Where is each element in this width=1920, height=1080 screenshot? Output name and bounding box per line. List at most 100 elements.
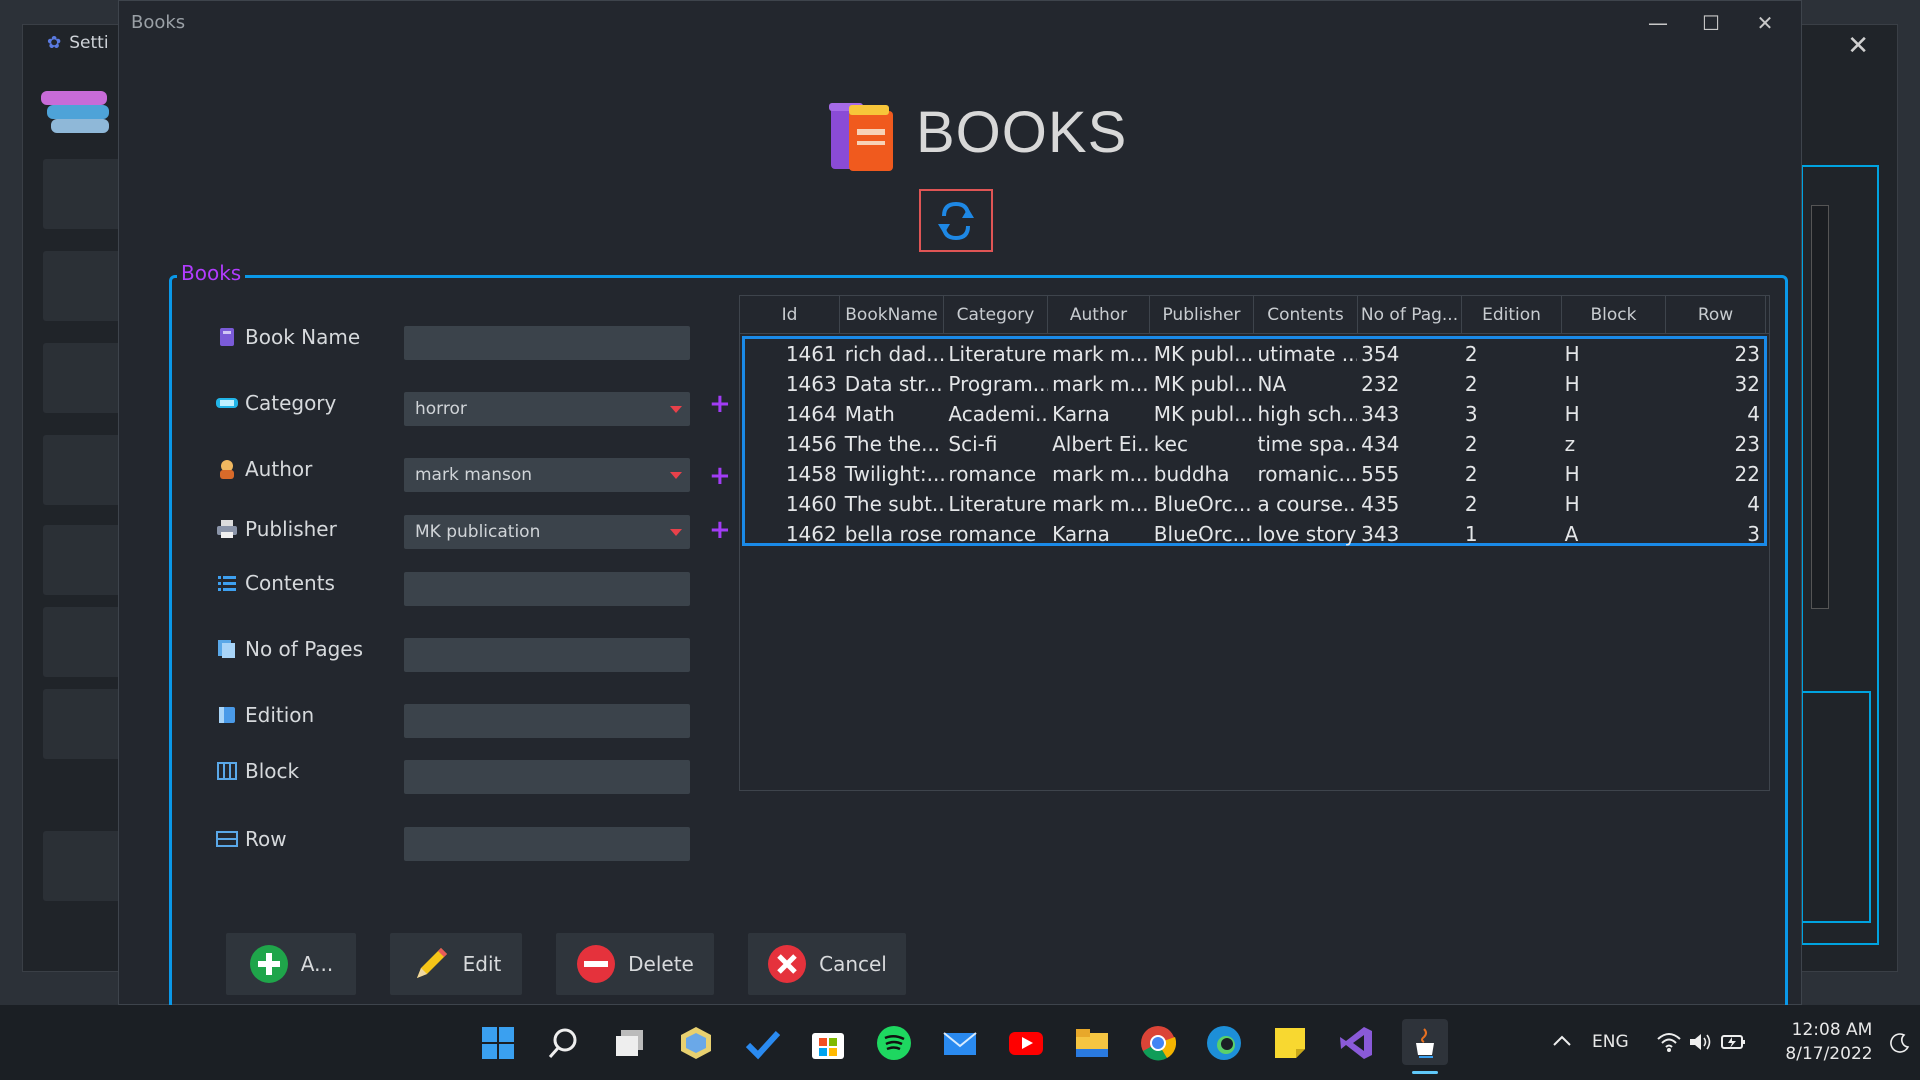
table-row[interactable]: 1456 The the... Sci-fi Albert Ei... kec time … [745, 429, 1764, 459]
table-cell: 32 [1734, 372, 1760, 396]
delete-button-label: Delete [628, 952, 694, 976]
publisher-select[interactable]: MK publication [404, 515, 690, 549]
table-cell: 4 [1747, 492, 1760, 516]
table-row[interactable]: 1462 bella rose romance Karna BlueOrc... love… [745, 519, 1764, 549]
table-row[interactable]: 1460 The subt... Literature mark m... BlueOr… [745, 489, 1764, 519]
table-cell: utimate ... [1257, 342, 1358, 366]
table-cell: 2 [1464, 432, 1478, 456]
close-icon[interactable]: ✕ [1739, 7, 1791, 39]
maximize-icon[interactable]: ☐ [1685, 7, 1737, 39]
no-of-pages-input[interactable] [404, 638, 690, 672]
contents-label: Contents [215, 571, 335, 595]
column-header[interactable]: BookName [840, 296, 944, 333]
sidebar-button[interactable] [43, 689, 125, 759]
table-cell: 2 [1464, 342, 1478, 366]
column-header[interactable]: Category [944, 296, 1048, 333]
background-close-icon[interactable]: ✕ [1847, 31, 1869, 61]
sidebar-button[interactable] [43, 435, 125, 505]
table-cell: love story [1257, 522, 1357, 546]
table-cell: A [1564, 522, 1579, 546]
battery-icon[interactable] [1720, 1031, 1746, 1058]
table-cell: romance [948, 462, 1037, 486]
block-input[interactable] [404, 760, 690, 794]
column-header[interactable]: Id [740, 296, 840, 333]
sidebar-button[interactable] [43, 343, 125, 413]
cancel-button[interactable]: Cancel [748, 933, 906, 995]
delete-button[interactable]: Delete [556, 933, 714, 995]
wifi-icon[interactable] [1656, 1031, 1682, 1058]
book-name-label: Book Name [215, 325, 360, 349]
refresh-button[interactable] [919, 189, 993, 252]
row-label: Row [215, 827, 287, 851]
author-select[interactable]: mark manson [404, 458, 690, 492]
plus-icon [249, 944, 289, 984]
chrome-icon[interactable] [1138, 1023, 1178, 1063]
spotify-icon[interactable] [874, 1023, 914, 1063]
visual-studio-icon[interactable] [1336, 1023, 1376, 1063]
edit-button[interactable]: Edit [390, 933, 522, 995]
column-header[interactable]: Edition [1462, 296, 1562, 333]
clock-date[interactable]: 8/17/2022 [1774, 1044, 1884, 1064]
background-scroll[interactable] [1811, 205, 1829, 609]
column-header[interactable]: No of Pag... [1358, 296, 1462, 333]
table-cell: 1460 [785, 492, 837, 516]
file-explorer-icon[interactable] [1072, 1023, 1112, 1063]
table-row[interactable]: 1464 Math Academi... Karna MK publ... high sc… [745, 399, 1764, 429]
table-cell: 434 [1361, 432, 1400, 456]
table-cell: rich dad... [844, 342, 945, 366]
table-row[interactable]: 1461 rich dad... Literature mark m... MK pub… [745, 339, 1764, 369]
mail-icon[interactable] [940, 1023, 980, 1063]
add-category-button[interactable]: + [709, 389, 731, 419]
category-select[interactable]: horror [404, 392, 690, 426]
store-icon[interactable] [808, 1023, 848, 1063]
task-view-icon[interactable] [610, 1023, 650, 1063]
gear-icon: ✿ [47, 33, 62, 53]
table-row[interactable]: 1463 Data str... Program... mark m... MK pub… [745, 369, 1764, 399]
background-window-title: ✿ Setti [47, 33, 109, 53]
sidebar-button[interactable] [43, 251, 125, 321]
title-bar[interactable]: Books — ☐ ✕ [119, 1, 1801, 45]
youtube-icon[interactable] [1006, 1023, 1046, 1063]
java-icon[interactable] [1402, 1019, 1448, 1065]
start-icon[interactable] [478, 1023, 518, 1063]
row-input[interactable] [404, 827, 690, 861]
block-icon [215, 762, 239, 780]
column-header[interactable]: Publisher [1150, 296, 1254, 333]
todo-icon[interactable] [742, 1023, 782, 1063]
table-cell: 1458 [785, 462, 837, 486]
language-indicator[interactable]: ENG [1592, 1032, 1629, 1052]
sidebar-button[interactable] [43, 525, 125, 595]
sticky-notes-icon[interactable] [1270, 1023, 1310, 1063]
sidebar-button[interactable] [43, 159, 125, 229]
book-name-input[interactable] [404, 326, 690, 360]
table-row[interactable]: 1458 Twilight:... romance mark m... buddha ro… [745, 459, 1764, 489]
contents-input[interactable] [404, 572, 690, 606]
table-cell: mark m... [1052, 462, 1149, 486]
netbeans-icon[interactable] [676, 1023, 716, 1063]
minimize-icon[interactable]: — [1632, 7, 1684, 39]
add-button[interactable]: A... [226, 933, 356, 995]
volume-icon[interactable] [1688, 1031, 1712, 1058]
edition-input[interactable] [404, 704, 690, 738]
books-table[interactable]: Id BookName Category Author Publisher Content… [739, 295, 1770, 791]
search-icon[interactable] [544, 1023, 584, 1063]
table-body[interactable]: 1461 rich dad... Literature mark m... MK pub… [742, 336, 1767, 546]
edge-icon[interactable] [1204, 1023, 1244, 1063]
column-header[interactable]: Block [1562, 296, 1666, 333]
sidebar-button[interactable] [43, 831, 125, 901]
author-label: Author [215, 457, 312, 481]
sidebar-button[interactable] [43, 607, 125, 677]
table-cell: MK publ... [1153, 402, 1254, 426]
add-author-button[interactable]: + [709, 461, 731, 491]
table-cell: 2 [1464, 492, 1478, 516]
add-publisher-button[interactable]: + [709, 515, 731, 545]
notification-icon[interactable] [1890, 1033, 1910, 1058]
clock-time[interactable]: 12:08 AM [1782, 1020, 1882, 1040]
column-header[interactable]: Contents [1254, 296, 1358, 333]
books-logo-icon [41, 91, 111, 137]
table-cell: z [1564, 432, 1576, 456]
column-header[interactable]: Author [1048, 296, 1150, 333]
chevron-up-icon[interactable] [1550, 1029, 1574, 1053]
author-icon [215, 458, 239, 480]
column-header[interactable]: Row [1666, 296, 1766, 333]
